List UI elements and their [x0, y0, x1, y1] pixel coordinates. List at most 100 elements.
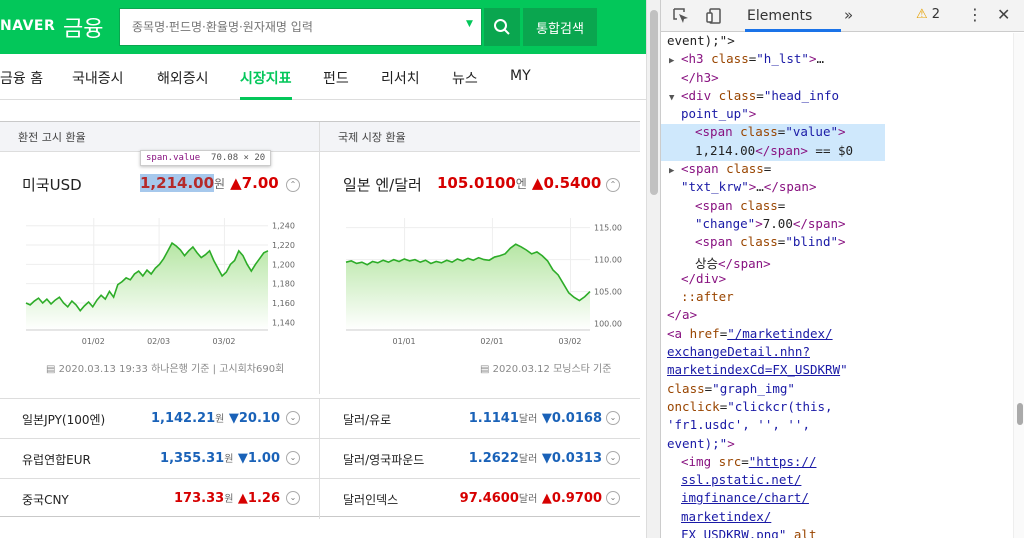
dom-line[interactable]: exchangeDetail.nhn? [661, 344, 885, 362]
y-tick-label: 1,220 [272, 241, 295, 250]
search-dropdown-icon[interactable]: ▼ [466, 19, 473, 29]
dom-tree[interactable]: event);"> ▶ <h3 class="h_lst">… </h3> ▼ <di… [661, 33, 885, 538]
warnings-badge[interactable]: ⚠ 2 [916, 7, 940, 22]
dom-line[interactable]: event);"> [661, 436, 885, 454]
dom-line[interactable]: event);"> [661, 33, 885, 51]
currency-name-right[interactable]: 달러인덱스 [343, 491, 398, 508]
tooltip-size: 70.08 × 20 [211, 153, 266, 163]
more-tabs-button[interactable]: » [844, 6, 853, 24]
y-tick-label: 115.00 [594, 224, 622, 233]
dom-line[interactable]: ▶ <h3 class="h_lst">… [661, 51, 885, 69]
kebab-menu-icon[interactable]: ⋮ [967, 5, 983, 24]
device-toolbar-icon[interactable] [705, 7, 723, 25]
nav-item-research[interactable]: 리서치 [381, 68, 420, 88]
exchange-panel: 환전 고시 환율 국제 시장 환율 span.value 70.08 × 20 … [0, 121, 640, 519]
y-tick-label: 110.00 [594, 256, 622, 265]
dom-line[interactable]: ssl.pstatic.net/ [661, 472, 885, 490]
finance-title[interactable]: 금융 [63, 11, 103, 43]
rate-value-right: 97.4600달러 ▲0.9700 [459, 491, 602, 506]
x-tick-label: 02/03 [147, 337, 170, 346]
row-toggle-button[interactable]: ⌄ [606, 491, 620, 505]
dom-line[interactable]: "txt_krw">…</span> [661, 179, 885, 197]
expand-triangle-icon: ▶ [669, 56, 675, 67]
dom-line[interactable]: 1,214.00</span> == $0 [661, 142, 885, 162]
international-section-title: 국제 시장 환율 [320, 122, 640, 152]
nav-item-domestic[interactable]: 국내증시 [72, 68, 124, 88]
jpy-usd-toggle-button[interactable]: ⌃ [606, 178, 620, 192]
nav-item-fund[interactable]: 펀드 [323, 68, 349, 88]
x-tick-label: 01/01 [393, 337, 416, 346]
inspect-element-icon[interactable] [672, 7, 690, 25]
dom-line[interactable]: ▶ <span class= [661, 161, 885, 179]
currency-name-right[interactable]: 달러/영국파운드 [343, 451, 424, 468]
jpy-usd-chart[interactable]: 100.00 105.00 110.00 115.00 01/01 02/01 03/02 [320, 206, 640, 346]
dom-line[interactable]: ▼ <div class="head_info [661, 88, 885, 106]
search-button[interactable] [484, 8, 520, 46]
tooltip-tag: span.value [146, 153, 201, 163]
usd-toggle-button[interactable]: ⌃ [286, 178, 300, 192]
row-divider [319, 479, 320, 519]
search-box: ▼ [119, 8, 482, 46]
nav-item-home[interactable]: 금융 홈 [0, 68, 43, 88]
main-nav: 금융 홈 국내증시 해외증시 시장지표 펀드 리서치 뉴스 MY [0, 54, 646, 100]
rate-value-left: 1,355.31원 ▼1.00 [160, 451, 280, 466]
nav-active-indicator [240, 97, 292, 100]
page-scrollbar[interactable] [646, 0, 660, 538]
rate-row: 유럽연합EUR 1,355.31원 ▼1.00 ⌄ 달러/영국파운드 1.2622달러 … [0, 438, 640, 479]
dom-line[interactable]: ▼ <a href="/marketindex/ [661, 326, 885, 344]
dom-line[interactable]: </a> [661, 307, 885, 325]
search-input[interactable] [132, 9, 462, 45]
usd-name[interactable]: 미국USD [22, 174, 82, 195]
x-tick-label: 02/01 [480, 337, 503, 346]
dom-line[interactable]: ::after [661, 289, 885, 307]
row-toggle-button[interactable]: ⌄ [286, 411, 300, 425]
nav-item-market-index[interactable]: 시장지표 [240, 68, 292, 88]
dom-line[interactable]: <span class= [661, 198, 885, 216]
dom-line[interactable]: marketindex/ [661, 509, 885, 527]
naver-logo[interactable]: NAVER [0, 18, 55, 34]
header: NAVER 금융 ▼ 통합검색 [0, 0, 646, 54]
rate-value-right: 1.1141달러 ▼0.0168 [468, 411, 602, 426]
dom-line[interactable]: imgfinance/chart/ [661, 490, 885, 508]
dom-line[interactable]: 'fr1.usdc', '', '', [661, 417, 885, 435]
usd-source-text: 2020.03.13 19:33 하나은행 기준 [58, 364, 210, 375]
usd-change: ▲7.00 [230, 174, 279, 192]
nav-item-overseas[interactable]: 해외증시 [157, 68, 209, 88]
dom-line[interactable]: "change">7.00</span> [661, 216, 885, 234]
warnings-count: 2 [931, 7, 941, 22]
row-toggle-button[interactable]: ⌄ [606, 451, 620, 465]
dom-line[interactable]: marketindexCd=FX_USDKRW" [661, 362, 885, 380]
dom-line[interactable]: FX_USDKRW.png" alt [661, 527, 885, 538]
currency-name-left[interactable]: 중국CNY [22, 491, 69, 508]
jpy-usd-name[interactable]: 일본 엔/달러 [343, 174, 422, 195]
y-tick-label: 100.00 [594, 320, 622, 329]
dom-line[interactable]: </h3> [661, 70, 885, 88]
nav-item-my[interactable]: MY [510, 68, 531, 84]
nav-item-news[interactable]: 뉴스 [452, 68, 478, 88]
dom-line[interactable]: </div> [661, 271, 885, 289]
dom-line[interactable]: <img src="https:// [661, 454, 885, 472]
total-search-button[interactable]: 통합검색 [523, 8, 597, 46]
usd-chart[interactable]: 1,140 1,160 1,180 1,200 1,220 1,240 01/02 02/03… [0, 206, 319, 346]
row-toggle-button[interactable]: ⌄ [606, 411, 620, 425]
dom-line[interactable]: 상승</span> [661, 253, 885, 271]
devtools-scroll-thumb[interactable] [1017, 403, 1023, 425]
dom-line[interactable]: ···<span class="value"> [661, 124, 885, 143]
currency-name-left[interactable]: 유럽연합EUR [22, 451, 91, 468]
dom-line[interactable]: point_up"> [661, 106, 885, 124]
page-scroll-thumb[interactable] [650, 10, 658, 195]
currency-name-left[interactable]: 일본JPY(100엔) [22, 411, 105, 428]
devtools-panel: Elements » ⚠ 2 ⋮ ✕ event);"> ▶ <h3 class=… [660, 0, 1024, 538]
tab-elements[interactable]: Elements [747, 8, 812, 24]
dom-line[interactable]: onclick="clickcr(this, [661, 399, 885, 417]
close-icon[interactable]: ✕ [997, 5, 1010, 24]
dom-line[interactable]: class="graph_img" [661, 381, 885, 399]
usd-unit: 원 [214, 177, 226, 191]
jpy-usd-value: 105.0100 [437, 174, 516, 192]
row-toggle-button[interactable]: ⌄ [286, 451, 300, 465]
devtools-scrollbar[interactable] [1013, 33, 1024, 538]
currency-name-right[interactable]: 달러/유로 [343, 411, 391, 428]
row-toggle-button[interactable]: ⌄ [286, 491, 300, 505]
dom-line[interactable]: <span class="blind"> [661, 234, 885, 252]
expand-triangle-icon: ▼ [669, 92, 675, 103]
